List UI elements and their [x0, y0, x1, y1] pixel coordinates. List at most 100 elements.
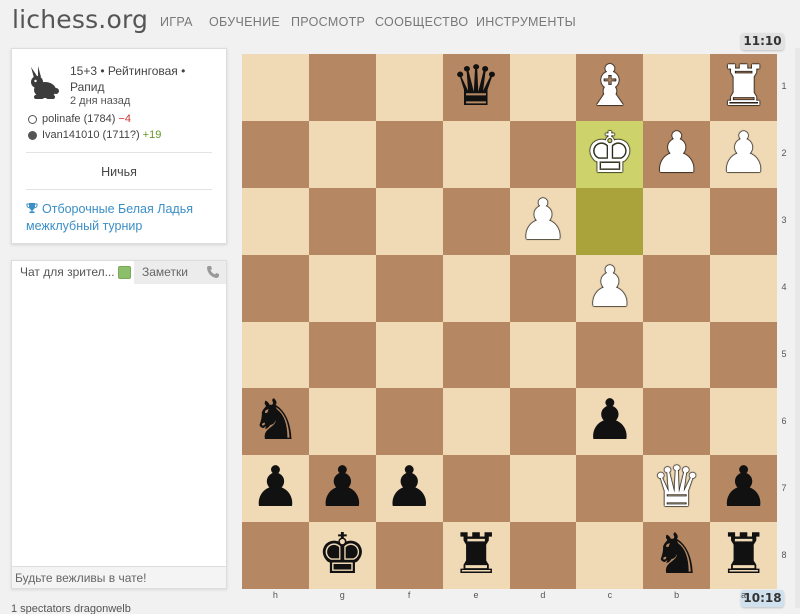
rank-label-4: 4 [781, 282, 787, 293]
nav-community[interactable]: СООБЩЕСТВО [375, 15, 468, 29]
black-circle-icon [28, 130, 37, 140]
square-b5[interactable] [643, 321, 711, 389]
square-h5[interactable] [242, 321, 309, 389]
square-h2[interactable] [242, 120, 309, 188]
black-pawn-a7[interactable]: ♟ [710, 455, 777, 522]
trophy-icon [26, 203, 38, 214]
file-label-h: h [272, 590, 278, 600]
rabbit-icon [31, 66, 59, 99]
white-player[interactable]: polinafe (1784) −4 [28, 113, 131, 125]
black-queen-e1[interactable]: ♛ [443, 54, 510, 121]
black-rook-e8[interactable]: ♜ [443, 522, 510, 589]
square-f6[interactable] [375, 388, 443, 456]
tab-spectator-chat[interactable]: Чат для зрител... [12, 261, 134, 284]
chat-input[interactable] [12, 566, 226, 588]
square-d4[interactable] [509, 254, 577, 322]
square-f1[interactable] [375, 54, 443, 121]
white-player-name[interactable]: polinafe (1784) [42, 113, 115, 125]
site-logo[interactable]: lichess.org [12, 5, 148, 34]
game-date: 2 дня назад [70, 95, 131, 107]
square-f3[interactable] [375, 187, 443, 255]
divider [26, 152, 212, 153]
white-pawn-a2[interactable]: ♟ [710, 121, 777, 188]
black-knight-b8[interactable]: ♞ [643, 522, 710, 589]
square-g4[interactable] [308, 254, 376, 322]
rank-label-6: 6 [781, 415, 787, 426]
game-format-line2: Рапид [70, 80, 105, 94]
black-pawn-g7[interactable]: ♟ [309, 455, 376, 522]
square-e2[interactable] [442, 120, 510, 188]
square-a6[interactable] [710, 388, 777, 456]
white-pawn-d3[interactable]: ♟ [510, 188, 577, 255]
square-d7[interactable] [509, 455, 577, 523]
square-d8[interactable] [509, 522, 577, 589]
rank-label-8: 8 [781, 549, 787, 560]
nav-watch[interactable]: ПРОСМОТР [291, 15, 365, 29]
spectators-list: 1 spectators dragonwelb [11, 603, 131, 614]
white-queen-b7[interactable]: ♛ [643, 455, 710, 522]
game-result: Ничья [101, 165, 137, 179]
white-bishop-c1[interactable]: ♝ [576, 54, 643, 121]
square-c8[interactable] [576, 522, 644, 589]
square-b3[interactable] [643, 187, 711, 255]
square-a3[interactable] [710, 187, 777, 255]
square-f4[interactable] [375, 254, 443, 322]
square-f8[interactable] [375, 522, 443, 589]
square-a4[interactable] [710, 254, 777, 322]
square-g5[interactable] [308, 321, 376, 389]
white-rook-a1[interactable]: ♜ [710, 54, 777, 121]
square-h4[interactable] [242, 254, 309, 322]
square-f5[interactable] [375, 321, 443, 389]
game-format-line1: 15+3 • Рейтинговая • [70, 64, 186, 78]
rank-label-5: 5 [781, 348, 787, 359]
chat-panel: Чат для зрител... Заметки [11, 260, 227, 589]
black-king-g8[interactable]: ♚ [309, 522, 376, 589]
black-player[interactable]: Ivan141010 (1711?) +19 [28, 129, 161, 141]
square-d5[interactable] [509, 321, 577, 389]
site-header: lichess.org ИГРА ОБУЧЕНИЕ ПРОСМОТР СООБЩ… [0, 0, 800, 46]
square-d6[interactable] [509, 388, 577, 456]
black-pawn-f7[interactable]: ♟ [376, 455, 443, 522]
square-h8[interactable] [242, 522, 309, 589]
nav-play[interactable]: ИГРА [160, 15, 193, 29]
black-pawn-h7[interactable]: ♟ [242, 455, 309, 522]
square-f2[interactable] [375, 120, 443, 188]
square-a5[interactable] [710, 321, 777, 389]
white-pawn-c4[interactable]: ♟ [576, 255, 643, 322]
square-g3[interactable] [308, 187, 376, 255]
square-h3[interactable] [242, 187, 309, 255]
square-b1[interactable] [643, 54, 711, 121]
square-e7[interactable] [442, 455, 510, 523]
nav-learn[interactable]: ОБУЧЕНИЕ [209, 15, 280, 29]
square-g1[interactable] [308, 54, 376, 121]
square-b6[interactable] [643, 388, 711, 456]
file-label-e: e [473, 590, 479, 600]
square-c3[interactable] [576, 187, 644, 255]
black-pawn-c6[interactable]: ♟ [576, 388, 643, 455]
square-e5[interactable] [442, 321, 510, 389]
black-player-name[interactable]: Ivan141010 (1711?) [42, 129, 140, 141]
chat-toggle-checkbox[interactable] [118, 266, 131, 279]
chess-board[interactable]: ♛ ♝ ♜ ♚ ♟ ♟ ♟ ♟ ♞ ♟ ♟ ♟ ♟ ♛ ♟ ♚ ♜ ♞ ♜ [242, 54, 777, 589]
tournament-link[interactable]: Отборочные Белая Ладья межклубный турнир [26, 201, 226, 235]
square-c5[interactable] [576, 321, 644, 389]
white-pawn-b2[interactable]: ♟ [643, 121, 710, 188]
square-c7[interactable] [576, 455, 644, 523]
tournament-name-line2[interactable]: межклубный турнир [26, 219, 142, 233]
square-h1[interactable] [242, 54, 309, 121]
square-g6[interactable] [308, 388, 376, 456]
black-rook-a8[interactable]: ♜ [710, 522, 777, 589]
square-e4[interactable] [442, 254, 510, 322]
nav-tools[interactable]: ИНСТРУМЕНТЫ [476, 15, 576, 29]
square-d2[interactable] [509, 120, 577, 188]
white-rating-diff: −4 [118, 113, 131, 125]
square-e6[interactable] [442, 388, 510, 456]
square-e3[interactable] [442, 187, 510, 255]
square-d1[interactable] [509, 54, 577, 121]
tab-notes[interactable]: Заметки [134, 261, 226, 284]
square-g2[interactable] [308, 120, 376, 188]
white-king-c2[interactable]: ♚ [576, 121, 643, 188]
square-b4[interactable] [643, 254, 711, 322]
tournament-name-line1[interactable]: Отборочные Белая Ладья [42, 202, 193, 216]
black-knight-h6[interactable]: ♞ [242, 388, 309, 455]
